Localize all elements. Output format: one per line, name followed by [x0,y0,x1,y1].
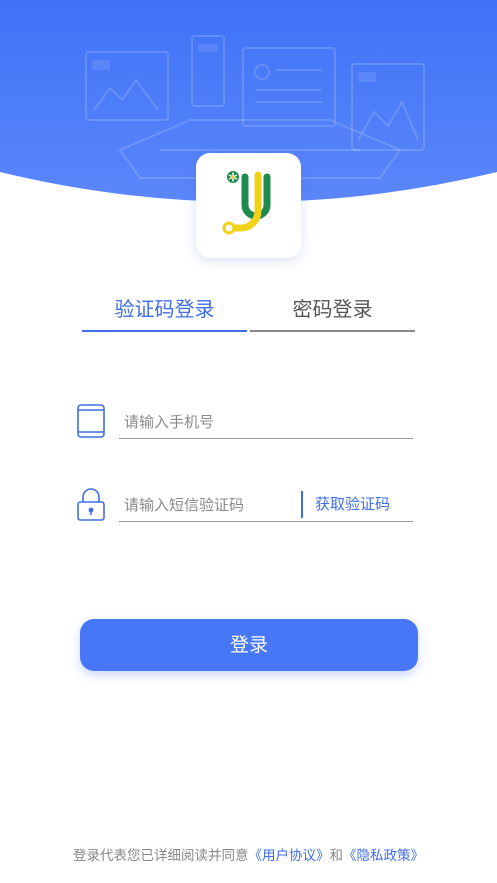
user-agreement-link[interactable]: 《用户协议》 [249,848,330,864]
phone-input[interactable] [119,405,413,439]
phone-field [76,401,416,445]
agreement-prefix: 登录代表您已详细阅读并同意 [73,848,249,864]
phone-icon [77,404,105,438]
login-tabs: 验证码登录 密码登录 [82,290,415,332]
agreement-text: 登录代表您已详细阅读并同意《用户协议》和《隐私政策》 [0,844,497,864]
tab-sms-login[interactable]: 验证码登录 [82,290,247,332]
agreement-conjunction: 和 [329,848,344,864]
get-code-button[interactable]: 获取验证码 [315,492,390,516]
sms-code-field: 获取验证码 [76,484,416,528]
privacy-policy-link[interactable]: 《隐私政策》 [343,848,424,864]
sms-code-input[interactable] [119,488,299,522]
code-divider [301,491,303,518]
tab-password-login[interactable]: 密码登录 [250,290,415,332]
app-logo-icon [222,171,271,235]
login-button[interactable]: 登录 [80,619,418,671]
lock-icon [77,488,105,521]
code-field-underline [299,521,413,522]
app-logo [196,153,301,258]
